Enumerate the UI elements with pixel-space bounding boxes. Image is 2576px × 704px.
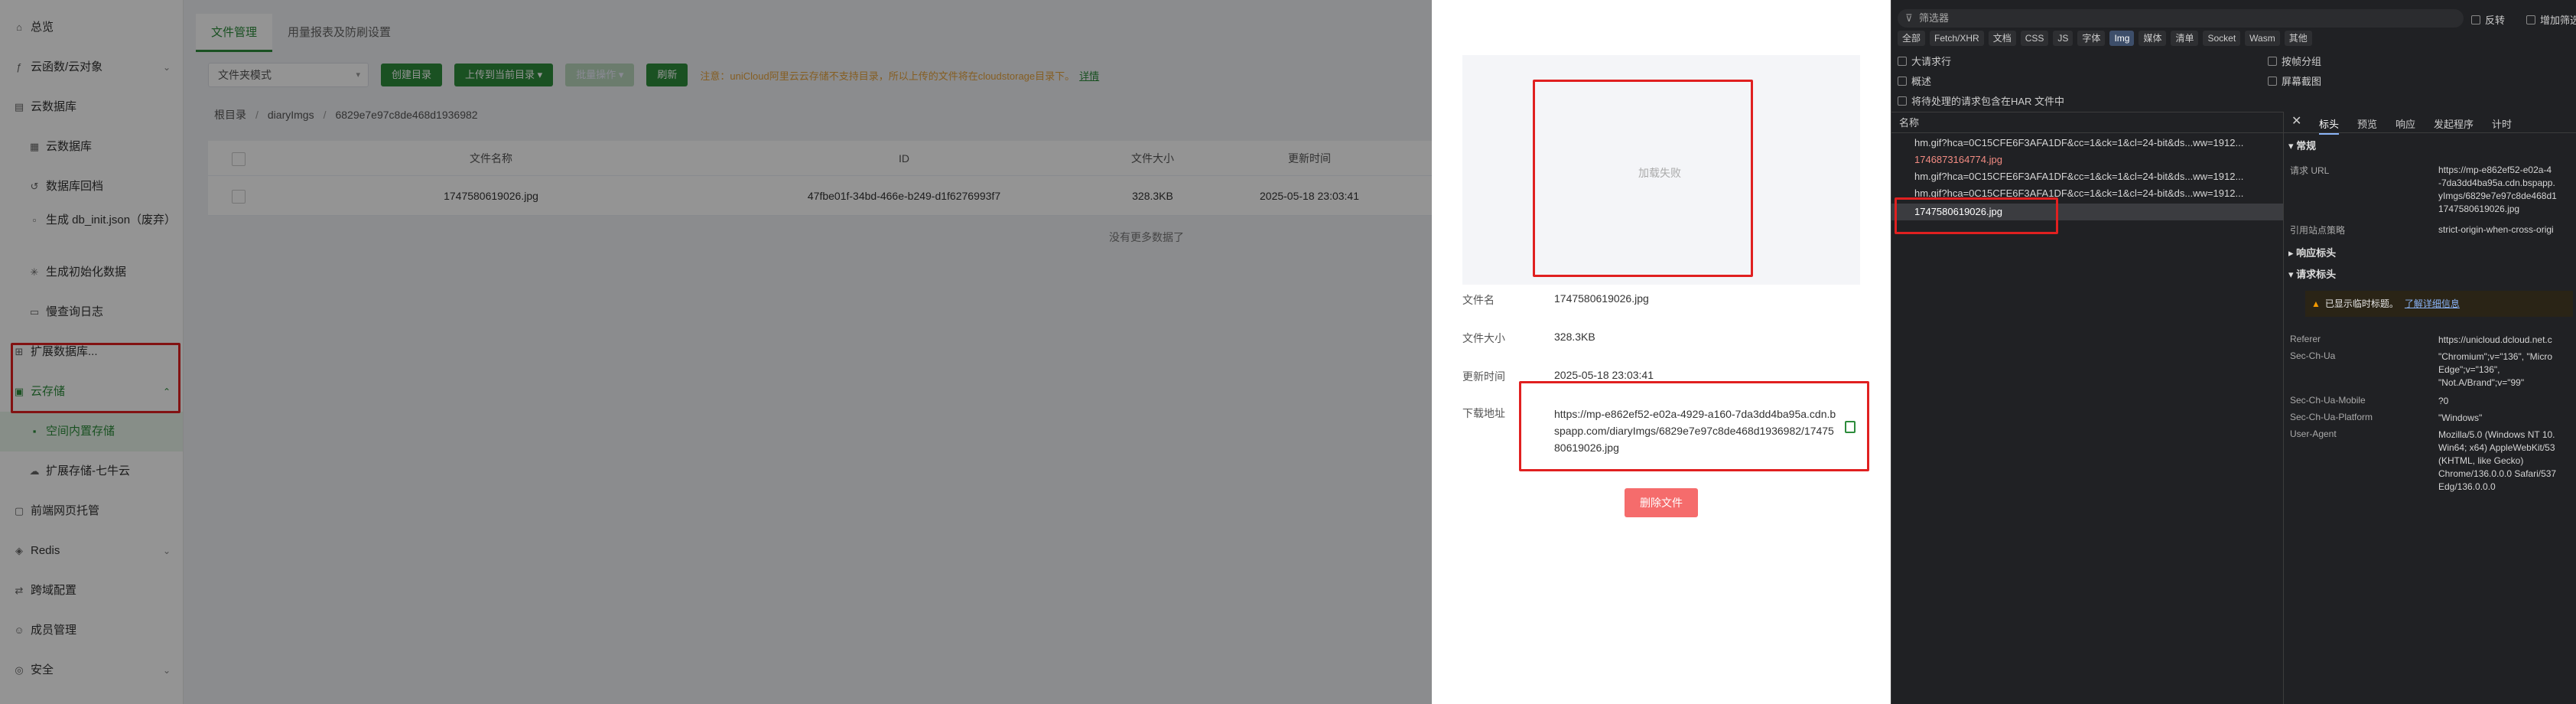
type-socket[interactable]: Socket xyxy=(2203,31,2241,46)
detail-size-value: 328.3KB xyxy=(1554,331,1595,343)
network-filter-bar: ⊽筛选器 反转 增加筛选条件 xyxy=(1891,6,2576,32)
resource-type-filters: 全部 Fetch/XHR 文档 CSS JS 字体 Img 媒体 清单 Sock… xyxy=(1898,31,2312,49)
detail-name-label: 文件名 xyxy=(1462,294,1495,306)
type-js[interactable]: JS xyxy=(2053,31,2073,46)
caret-down-icon: ▾ xyxy=(2288,269,2297,280)
image-preview: 加载失败 xyxy=(1462,55,1860,285)
tab-preview[interactable]: 预览 xyxy=(2357,116,2377,131)
tab-timing[interactable]: 计时 xyxy=(2492,116,2512,131)
type-all[interactable]: 全部 xyxy=(1898,31,1926,46)
user-agent-row: User-Agent Mozilla/5.0 (Windows NT 10. W… xyxy=(2290,429,2557,492)
overview-option[interactable]: 概述 xyxy=(1898,73,1931,88)
tab-response[interactable]: 响应 xyxy=(2395,116,2415,131)
preview-failed-text: 加载失败 xyxy=(1638,167,1681,179)
request-row[interactable]: hm.gif?hca=0C15CFE6F3AFA1DF&cc=1&ck=1&cl… xyxy=(1891,168,2283,185)
type-fetch[interactable]: Fetch/XHR xyxy=(1930,31,1984,46)
request-row[interactable]: hm.gif?hca=0C15CFE6F3AFA1DF&cc=1&ck=1&cl… xyxy=(1891,135,2283,152)
detail-tab-bar: ✕ 标头 预览 响应 发起程序 计时 xyxy=(2284,112,2576,135)
devtools-panel: ⊽筛选器 反转 增加筛选条件 全部 Fetch/XHR 文档 CSS JS 字体… xyxy=(1891,0,2576,704)
section-response-headers[interactable]: ▸ 响应标头 xyxy=(2288,245,2336,259)
detail-url-label: 下载地址 xyxy=(1462,407,1505,419)
detail-time-value: 2025-05-18 23:03:41 xyxy=(1554,369,1654,381)
delete-file-button[interactable]: 删除文件 xyxy=(1625,488,1698,517)
tab-initiator[interactable]: 发起程序 xyxy=(2434,116,2474,131)
sec-ch-ua-mobile-row: Sec-Ch-Ua-Mobile ?0 xyxy=(2290,395,2449,406)
copy-icon[interactable] xyxy=(1845,421,1856,433)
provisional-headers-warning: ▲ 已显示临时标题。 了解详细信息 xyxy=(2305,291,2573,317)
more-filters-checkbox[interactable]: 增加筛选条件 xyxy=(2526,12,2576,27)
warning-icon: ▲ xyxy=(2311,298,2321,309)
learn-more-link[interactable]: 了解详细信息 xyxy=(2405,298,2460,309)
filter-icon: ⊽ xyxy=(1905,12,1913,24)
type-wasm[interactable]: Wasm xyxy=(2245,31,2280,46)
request-row[interactable]: hm.gif?hca=0C15CFE6F3AFA1DF&cc=1&ck=1&cl… xyxy=(1891,185,2283,202)
caret-down-icon: ▾ xyxy=(2288,140,2297,152)
invert-checkbox[interactable]: 反转 xyxy=(2471,12,2505,27)
network-filter-input[interactable]: ⊽ 筛选器 xyxy=(1898,9,2464,28)
screenshot-option[interactable]: 屏幕截图 xyxy=(2268,73,2321,88)
section-request-headers[interactable]: ▾ 请求标头 xyxy=(2288,266,2336,281)
referrer-policy-row: 引用站点策略 strict-origin-when-cross-origi xyxy=(2290,224,2554,236)
type-media[interactable]: 媒体 xyxy=(2139,31,2167,46)
type-css[interactable]: CSS xyxy=(2020,31,2049,46)
request-list-header: 名称 xyxy=(1891,112,2283,133)
type-font[interactable]: 字体 xyxy=(2077,31,2106,46)
section-general[interactable]: ▾ 常规 xyxy=(2288,138,2316,152)
group-frame-option[interactable]: 按帧分组 xyxy=(2268,54,2321,68)
request-url-row: 请求 URL https://mp-e862ef52-e02a-4 -7da3d… xyxy=(2290,165,2557,214)
detail-url-value[interactable]: https://mp-e862ef52-e02a-4929-a160-7da3d… xyxy=(1554,406,1837,456)
modal-overlay[interactable] xyxy=(0,0,1432,704)
tab-headers[interactable]: 标头 xyxy=(2319,116,2340,135)
unicloud-console: ⌂ 总览 ƒ 云函数/云对象 ⌄ ▤ 云数据库 ▦ 云数据库 ↺ 数据库回档 ▫ 生成 db_… xyxy=(0,0,1615,704)
sec-ch-ua-platform-row: Sec-Ch-Ua-Platform "Windows" xyxy=(2290,412,2483,423)
sec-ch-ua-row: Sec-Ch-Ua "Chromium";v="136", "Micro Edg… xyxy=(2290,350,2553,388)
referer-row: Referer https://unicloud.dcloud.net.c xyxy=(2290,334,2552,345)
request-detail-pane: ✕ 标头 预览 响应 发起程序 计时 ▾ 常规 请求 URL https://m… xyxy=(2284,112,2576,704)
type-img[interactable]: Img xyxy=(2109,31,2135,46)
type-other[interactable]: 其他 xyxy=(2284,31,2312,46)
type-manifest[interactable]: 清单 xyxy=(2171,31,2199,46)
har-option[interactable]: 将待处理的请求包含在HAR 文件中 xyxy=(1898,93,2064,108)
caret-right-icon: ▸ xyxy=(2288,247,2297,259)
detail-name-value: 1747580619026.jpg xyxy=(1554,292,1649,305)
big-rows-option[interactable]: 大请求行 xyxy=(1898,54,1951,68)
request-row[interactable]: 1746873164774.jpg xyxy=(1891,152,2283,168)
close-icon[interactable]: ✕ xyxy=(2291,113,2301,129)
request-row-selected[interactable]: 1747580619026.jpg xyxy=(1891,204,2283,220)
detail-url-row: 下载地址 https://mp-e862ef52-e02a-4929-a160-… xyxy=(1462,406,1860,467)
file-detail-drawer: 加载失败 文件名 1747580619026.jpg 文件大小 328.3KB … xyxy=(1432,0,1891,704)
type-doc[interactable]: 文档 xyxy=(1988,31,2016,46)
detail-size-label: 文件大小 xyxy=(1462,332,1505,344)
detail-time-label: 更新时间 xyxy=(1462,370,1505,383)
